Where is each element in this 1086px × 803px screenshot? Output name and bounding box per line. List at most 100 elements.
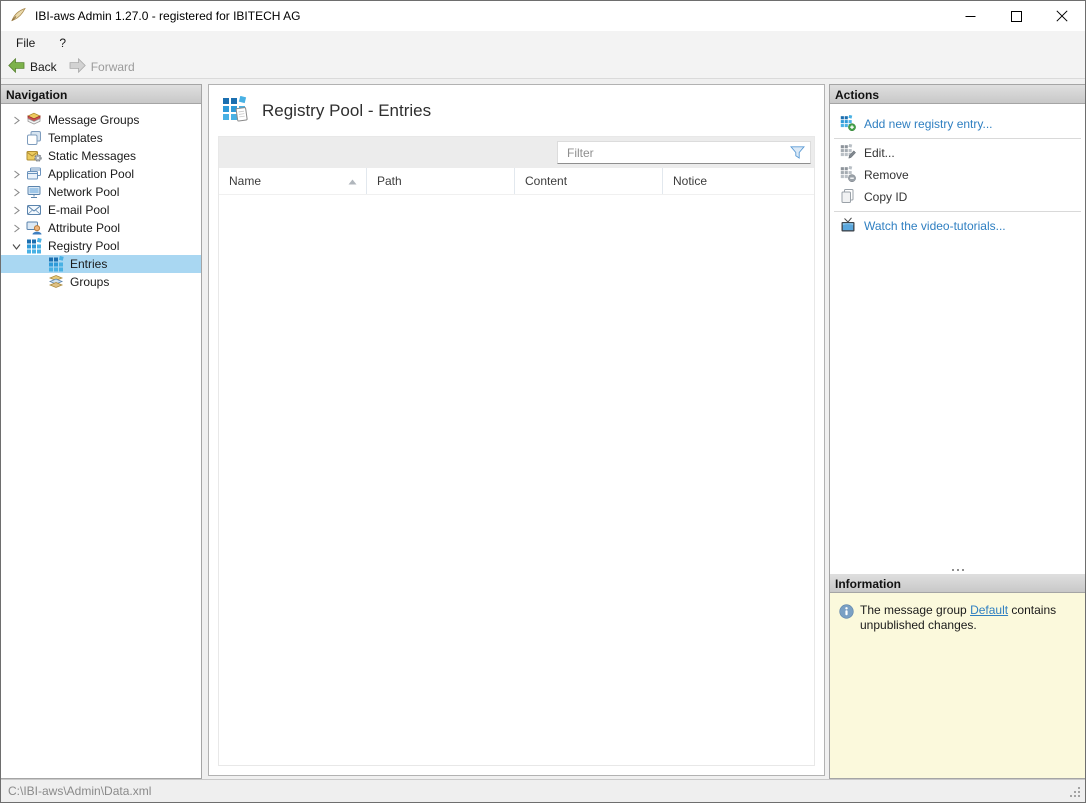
tree-item-entries[interactable]: Entries — [1, 255, 201, 273]
registry-pool-icon — [26, 238, 42, 254]
chevron-right-icon[interactable] — [9, 224, 23, 233]
tree-item-label: E-mail Pool — [48, 203, 110, 217]
column-header-content[interactable]: Content — [515, 168, 663, 194]
statusbar: C:\IBI-aws\Admin\Data.xml — [1, 779, 1085, 802]
email-pool-icon — [26, 202, 42, 218]
tree-item-message-groups[interactable]: Message Groups — [1, 111, 201, 129]
tree-item-label: Message Groups — [48, 113, 140, 127]
back-arrow-icon — [8, 57, 25, 76]
filter-box — [557, 141, 811, 164]
action-remove[interactable]: Remove — [830, 164, 1085, 186]
minimize-button[interactable] — [947, 1, 993, 31]
action-copy-id[interactable]: Copy ID — [830, 186, 1085, 208]
statusbar-path: C:\IBI-aws\Admin\Data.xml — [8, 784, 152, 798]
message-groups-icon — [26, 112, 42, 128]
action-label: Remove — [864, 168, 909, 182]
tree-item-attribute-pool[interactable]: Attribute Pool — [1, 219, 201, 237]
tree-item-email-pool[interactable]: E-mail Pool — [1, 201, 201, 219]
tree-item-application-pool[interactable]: Application Pool — [1, 165, 201, 183]
main-area: Navigation Message Groups Templates Stat… — [1, 79, 1085, 779]
filter-funnel-icon[interactable] — [790, 146, 805, 162]
tree-item-label: Static Messages — [48, 149, 137, 163]
forward-button[interactable]: Forward — [69, 57, 135, 76]
chevron-right-icon[interactable] — [9, 188, 23, 197]
panel-splitter[interactable] — [830, 566, 1085, 574]
titlebar: IBI-aws Admin 1.27.0 - registered for IB… — [1, 1, 1085, 31]
app-window: IBI-aws Admin 1.27.0 - registered for IB… — [0, 0, 1086, 803]
back-label: Back — [30, 59, 57, 74]
info-circle-icon — [839, 604, 854, 778]
column-label: Notice — [673, 174, 708, 188]
column-label: Path — [377, 174, 402, 188]
information-message: The message group Default contains unpub… — [860, 603, 1077, 778]
table-header: Name Path Content Notice — [219, 168, 814, 195]
copy-icon — [840, 188, 856, 207]
action-label: Copy ID — [864, 190, 908, 204]
actions-separator — [834, 211, 1081, 212]
column-header-notice[interactable]: Notice — [663, 168, 814, 194]
column-label: Name — [229, 174, 262, 188]
maximize-button[interactable] — [993, 1, 1039, 31]
registry-pool-page-icon — [222, 95, 249, 126]
window-controls — [947, 1, 1085, 31]
menubar: File ? — [1, 31, 1085, 55]
filter-input[interactable] — [557, 141, 811, 164]
content-panel: Registry Pool - Entries Name — [208, 84, 825, 776]
application-pool-icon — [26, 166, 42, 182]
tree-item-label: Registry Pool — [48, 239, 120, 253]
sort-ascending-icon — [348, 174, 357, 188]
chevron-down-icon[interactable] — [9, 242, 23, 251]
chevron-right-icon[interactable] — [9, 116, 23, 125]
forward-arrow-icon — [69, 57, 86, 76]
column-header-name[interactable]: Name — [219, 168, 367, 194]
static-messages-icon — [26, 148, 42, 164]
navigation-panel: Navigation Message Groups Templates Stat… — [1, 84, 202, 779]
information-body: The message group Default contains unpub… — [830, 593, 1085, 778]
page-title: Registry Pool - Entries — [262, 100, 432, 120]
actions-separator — [834, 138, 1081, 139]
actions-panel-header: Actions — [830, 85, 1085, 104]
tree-item-groups[interactable]: Groups — [1, 273, 201, 291]
tree-item-label: Application Pool — [48, 167, 135, 181]
templates-icon — [26, 130, 42, 146]
tree-item-registry-pool[interactable]: Registry Pool — [1, 237, 201, 255]
tree-item-static-messages[interactable]: Static Messages — [1, 147, 201, 165]
table-body[interactable] — [219, 195, 814, 765]
back-button[interactable]: Back — [8, 57, 57, 76]
toolbar: Back Forward — [1, 55, 1085, 79]
action-watch-video-tutorials[interactable]: Watch the video-tutorials... — [830, 215, 1085, 237]
edit-icon — [840, 143, 856, 163]
registry-entries-icon — [48, 256, 64, 272]
information-panel-header: Information — [830, 574, 1085, 593]
action-add-registry-entry[interactable]: Add new registry entry... — [830, 113, 1085, 135]
action-edit[interactable]: Edit... — [830, 142, 1085, 164]
column-header-path[interactable]: Path — [367, 168, 515, 194]
close-button[interactable] — [1039, 1, 1085, 31]
info-text-before: The message group — [860, 603, 971, 617]
attribute-pool-icon — [26, 220, 42, 236]
tree-item-templates[interactable]: Templates — [1, 129, 201, 147]
resize-grip-icon[interactable] — [1078, 795, 1080, 797]
menu-help[interactable]: ? — [59, 36, 66, 50]
tree-item-network-pool[interactable]: Network Pool — [1, 183, 201, 201]
filter-bar — [219, 137, 814, 168]
add-registry-entry-icon — [840, 114, 856, 134]
default-group-link[interactable]: Default — [970, 603, 1008, 617]
action-label: Edit... — [864, 146, 895, 160]
actions-list: Add new registry entry... Edit... Remove… — [830, 104, 1085, 566]
navigation-tree: Message Groups Templates Static Messages… — [1, 104, 201, 291]
tree-item-label: Templates — [48, 131, 103, 145]
remove-icon — [840, 165, 856, 185]
tree-item-label: Entries — [70, 257, 108, 271]
window-title: IBI-aws Admin 1.27.0 - registered for IB… — [35, 9, 301, 23]
column-label: Content — [525, 174, 568, 188]
chevron-right-icon[interactable] — [9, 170, 23, 179]
tree-item-label: Groups — [70, 275, 110, 289]
navigation-panel-header: Navigation — [1, 85, 201, 104]
menu-file[interactable]: File — [16, 36, 35, 50]
right-panel: Actions Add new registry entry... Edit..… — [829, 84, 1085, 779]
chevron-right-icon[interactable] — [9, 206, 23, 215]
tv-icon — [840, 216, 856, 236]
forward-label: Forward — [90, 59, 135, 74]
table-frame: Name Path Content Notice — [218, 136, 815, 766]
